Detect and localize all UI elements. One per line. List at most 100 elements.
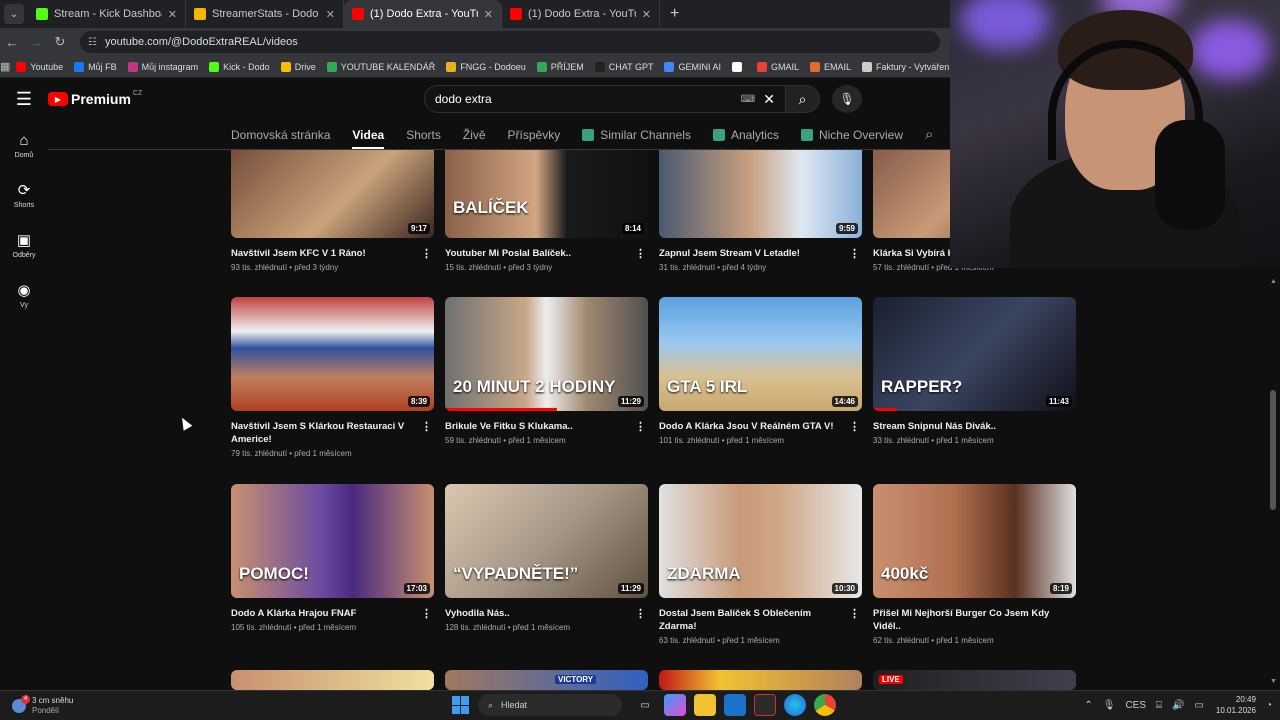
chrome-icon[interactable] [814,694,836,716]
close-tab-icon[interactable]: ✕ [326,8,335,21]
search-button[interactable]: ⌕ [786,85,820,113]
video-title[interactable]: Dostal Jsem Balíček S Oblečením Zdarma! [659,607,844,633]
video-thumbnail[interactable]: 8:39 [231,297,434,411]
more-options-icon[interactable]: ⋮ [635,420,646,433]
bookmark-item[interactable]: Kick - Dodo [209,61,270,72]
video-thumbnail[interactable]: BALÍČEK 8:14 [445,150,648,238]
video-thumbnail[interactable]: LIVE [873,670,1076,690]
video-title[interactable]: Zapnul Jsem Stream V Letadle! [659,247,844,260]
task-view-icon[interactable]: ▭ [634,694,656,716]
bookmark-item[interactable]: GEMINI AI [664,61,721,72]
more-options-icon[interactable]: ⋮ [849,420,860,433]
bookmark-item[interactable]: CHAT GPT [594,61,653,72]
video-card[interactable]: ZDARMA 10:30 Dostal Jsem Balíček S Obleče… [659,484,862,645]
browser-tab[interactable]: (1) Dodo Extra - YouTube ✕ [344,0,502,28]
bookmark-item[interactable]: YOUTUBE KALENDÁŘ [326,61,435,72]
more-options-icon[interactable]: ⋮ [421,420,432,433]
video-thumbnail[interactable]: “VYPADNĚTE!” 11:29 [445,484,648,598]
keyboard-icon[interactable]: ⌨ [741,94,755,105]
mic-tray-icon[interactable]: 🎙 [1103,700,1116,711]
browser-tab[interactable]: StreamerStats - Dodo Stream E ✕ [186,0,344,28]
video-title[interactable]: Vyhodila Nás.. [445,607,630,620]
tab-4[interactable]: Příspěvky [508,120,561,149]
more-options-icon[interactable]: ⋮ [421,607,432,620]
new-tab-button[interactable]: + [670,5,679,23]
file-explorer-icon[interactable] [694,694,716,716]
terminal-icon[interactable] [754,694,776,716]
video-thumbnail[interactable] [231,670,434,690]
video-title[interactable]: Dodo A Klárka Jsou V Reálném GTA V! [659,420,844,433]
sidebar-item-shorts[interactable]: ⟳ Shorts [0,170,48,220]
bookmark-item[interactable] [731,61,746,72]
extension-tab[interactable]: Niche Overview [800,120,903,149]
video-title[interactable]: Přišel Mi Nejhorší Burger Co Jsem Kdy Vi… [873,607,1058,633]
start-button[interactable] [452,696,470,714]
bookmark-item[interactable]: Youtube [16,61,63,72]
outlook-icon[interactable] [724,694,746,716]
bookmark-item[interactable]: Můj FB [74,61,117,72]
video-card[interactable]: 9:59 Zapnul Jsem Stream V Letadle! 31 ti… [659,150,862,272]
video-thumbnail[interactable]: GTA 5 IRL 14:46 [659,297,862,411]
more-options-icon[interactable]: ⋮ [421,247,432,260]
edge-icon[interactable] [784,694,806,716]
video-title[interactable]: Stream Snipnul Nás Divák.. [873,420,1058,433]
tab-2[interactable]: Shorts [406,120,441,149]
video-thumbnail[interactable]: ZDARMA 10:30 [659,484,862,598]
tab-1[interactable]: Videa [352,120,384,149]
bookmark-item[interactable]: Můj instagram [127,61,198,72]
video-card[interactable]: GTA 5 IRL 14:46 Dodo A Klárka Jsou V Reál… [659,297,862,445]
browser-tab[interactable]: (1) Dodo Extra - YouTube ✕ [502,0,660,28]
video-title[interactable]: Dodo A Klárka Hrajou FNAF [231,607,416,620]
video-thumbnail[interactable]: 9:17 [231,150,434,238]
reload-icon[interactable]: ↻ [48,34,72,50]
video-card[interactable]: “VYPADNĚTE!” 11:29 Vyhodila Nás.. 128 tis… [445,484,648,632]
page-scrollbar[interactable] [1270,390,1276,510]
youtube-logo[interactable]: ▶ Premium CZ [48,90,142,107]
tray-chevron-icon[interactable]: ⌃ [1084,700,1092,711]
more-options-icon[interactable]: ⋮ [849,607,860,620]
forward-icon[interactable]: → [24,35,48,50]
extension-tab[interactable]: Similar Channels [582,120,691,149]
search-input[interactable]: dodo extra ⌨ ✕ [424,85,786,113]
video-thumbnail[interactable]: POMOC! 17:03 [231,484,434,598]
sidebar-item-subscriptions[interactable]: ▣ Odběry [0,220,48,270]
menu-icon[interactable]: ☰ [0,89,48,110]
video-thumbnail[interactable]: VICTORY [445,670,648,690]
video-card[interactable]: 400kč 8:19 Přišel Mi Nejhorší Burger Co J… [873,484,1076,645]
bookmark-item[interactable]: EMAIL [810,61,851,72]
bookmark-item[interactable]: Drive [280,61,316,72]
more-options-icon[interactable]: ⋮ [635,247,646,260]
channel-search-icon[interactable]: ⌕ [925,120,933,149]
battery-icon[interactable]: ▭ [1194,700,1203,711]
language-indicator[interactable]: CES [1125,700,1146,711]
scroll-down-arrow[interactable]: ▼ [1270,678,1277,685]
taskbar-search[interactable]: ⌕ Hledat [478,694,622,716]
volume-icon[interactable]: 🔊 [1172,700,1184,711]
more-options-icon[interactable]: ⋮ [635,607,646,620]
voice-search-button[interactable]: 🎙 [832,85,862,113]
video-title[interactable]: Navštívil Jsem KFC V 1 Ráno! [231,247,416,260]
browser-tab[interactable]: Stream - Kick Dashboard ✕ [28,0,186,28]
extension-tab[interactable]: Analytics [712,120,779,149]
weather-widget[interactable]: 4 3 cm sněhu Pondělí [12,694,73,716]
sidebar-item-you[interactable]: ◉ Vy [0,270,48,320]
video-card[interactable]: 8:39 Navštívil Jsem S Klárkou Restauraci… [231,297,434,458]
sidebar-item-home[interactable]: ⌂ Domů [0,120,48,170]
close-tab-icon[interactable]: ✕ [168,8,177,21]
more-options-icon[interactable]: ⋮ [849,247,860,260]
site-info-icon[interactable]: ☷ [88,37,97,48]
scroll-up-arrow[interactable]: ▲ [1270,278,1277,285]
video-thumbnail[interactable]: 9:59 [659,150,862,238]
tab-0[interactable]: Domovská stránka [231,120,330,149]
bookmark-item[interactable]: PŘÍJEM [536,61,584,72]
video-title[interactable]: Youtuber Mi Poslal Balíček.. [445,247,630,260]
bookmark-item[interactable]: GMAIL [756,61,799,72]
video-thumbnail[interactable] [659,670,862,690]
back-icon[interactable]: ← [0,35,24,50]
network-icon[interactable]: ⌸ [1156,700,1162,711]
clock[interactable]: 20:49 10.01.2026 [1216,694,1256,716]
bookmark-item[interactable]: Faktury - Vytváření [862,61,950,72]
video-thumbnail[interactable]: RAPPER? 11:43 [873,297,1076,411]
video-card[interactable]: POMOC! 17:03 Dodo A Klárka Hrajou FNAF 10… [231,484,434,632]
tab-3[interactable]: Živě [463,120,486,149]
